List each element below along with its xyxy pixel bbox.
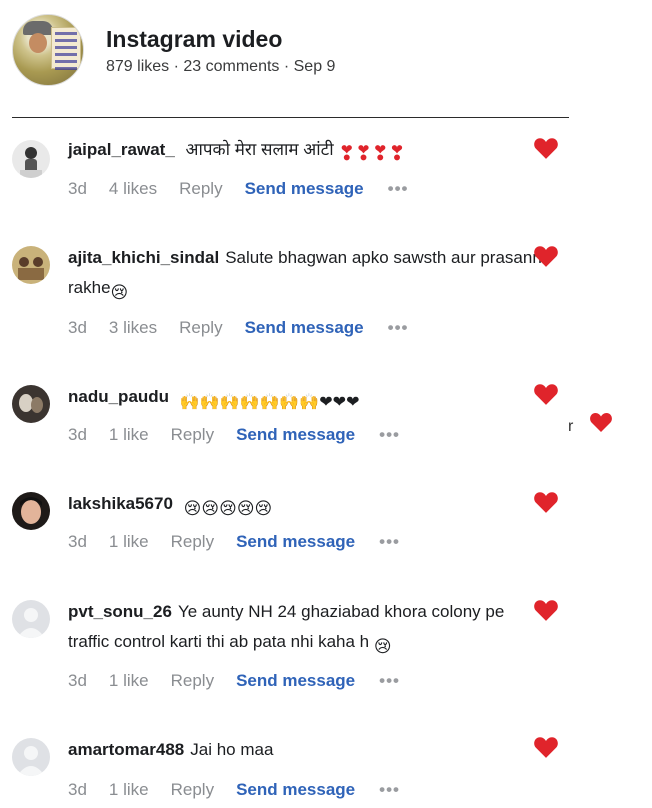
avatar[interactable] — [12, 600, 50, 638]
comment-actions: 3d 3 likes Reply Send message ••• — [68, 318, 431, 340]
reply-button[interactable]: Reply — [179, 179, 222, 199]
comment-text: Jai ho maa — [190, 740, 274, 759]
avatar[interactable] — [12, 738, 50, 776]
like-heart-icon[interactable] — [533, 735, 559, 759]
like-heart-icon[interactable] — [533, 490, 559, 514]
comment-likes[interactable]: 3 likes — [109, 318, 157, 338]
comment-time: 3d — [68, 532, 87, 551]
reply-button[interactable]: Reply — [171, 671, 214, 691]
reply-button[interactable]: Reply — [171, 425, 214, 445]
heart-exclamation-emoji-icon: ❣❣❣❣ — [338, 143, 406, 165]
avatar[interactable] — [12, 246, 50, 284]
avatar[interactable] — [12, 140, 50, 178]
comment-time: 3d — [68, 318, 87, 337]
more-options-icon[interactable]: ••• — [388, 318, 409, 338]
like-heart-icon[interactable] — [533, 244, 559, 268]
comment-username[interactable]: pvt_sonu_26 — [68, 602, 172, 621]
more-options-icon[interactable]: ••• — [379, 671, 400, 691]
crying-face-emoji-icon: 😢 — [110, 283, 129, 302]
send-message-button[interactable]: Send message — [236, 532, 355, 552]
like-heart-icon[interactable] — [533, 598, 559, 622]
comment-actions: 3d 1 like Reply Send message ••• — [68, 671, 422, 693]
comment-likes[interactable]: 4 likes — [109, 179, 157, 199]
comment-username[interactable]: ajita_khichi_sindal — [68, 248, 219, 267]
comment-time: 3d — [68, 671, 87, 690]
comment-username[interactable]: amartomar488 — [68, 740, 184, 759]
like-heart-icon[interactable] — [589, 411, 613, 433]
divider — [12, 117, 569, 118]
comment-time: 3d — [68, 179, 87, 198]
like-heart-icon[interactable] — [533, 136, 559, 160]
comment-actions: 3d 1 like Reply Send message ••• — [68, 780, 422, 802]
crying-face-emoji-icon: 😢😢😢😢😢 — [183, 499, 273, 518]
comment-username[interactable]: lakshika5670 — [68, 494, 173, 513]
more-options-icon[interactable]: ••• — [379, 532, 400, 552]
more-options-icon[interactable]: ••• — [379, 780, 400, 800]
reply-button[interactable]: Reply — [179, 318, 222, 338]
crying-face-emoji-icon: 😢 — [373, 637, 392, 656]
comment-username[interactable]: jaipal_rawat_ — [68, 140, 175, 159]
send-message-button[interactable]: Send message — [245, 318, 364, 338]
comment-username[interactable]: nadu_paudu — [68, 387, 169, 406]
video-thumbnail[interactable] — [12, 14, 84, 86]
more-options-icon[interactable]: ••• — [388, 179, 409, 199]
comment-likes[interactable]: 1 like — [109, 425, 149, 445]
send-message-button[interactable]: Send message — [236, 671, 355, 691]
comment-actions: 3d 1 like Reply Send message ••• — [68, 425, 422, 447]
comment-actions: 3d 1 like Reply Send message ••• — [68, 532, 422, 554]
comment-likes[interactable]: 1 like — [109, 532, 149, 552]
comment-time: 3d — [68, 425, 87, 444]
avatar[interactable] — [12, 492, 50, 530]
comment-actions: 3d 4 likes Reply Send message ••• — [68, 179, 431, 201]
like-heart-icon[interactable] — [533, 382, 559, 406]
comment-text: आपको मेरा सलाम आंटी — [185, 140, 334, 159]
comment-likes[interactable]: 1 like — [109, 671, 149, 691]
post-header: Instagram video 879 likes · 23 comments … — [12, 14, 572, 90]
stray-text: r — [568, 418, 574, 435]
avatar[interactable] — [12, 385, 50, 423]
send-message-button[interactable]: Send message — [236, 425, 355, 445]
send-message-button[interactable]: Send message — [236, 780, 355, 800]
raised-hands-heart-emoji-icon: 🙌🙌🙌🙌🙌🙌🙌❤❤❤ — [179, 394, 360, 411]
comment-time: 3d — [68, 780, 87, 799]
send-message-button[interactable]: Send message — [245, 179, 364, 199]
reply-button[interactable]: Reply — [171, 532, 214, 552]
post-meta: 879 likes · 23 comments · Sep 9 — [106, 58, 336, 75]
reply-button[interactable]: Reply — [171, 780, 214, 800]
post-title[interactable]: Instagram video — [106, 26, 282, 53]
more-options-icon[interactable]: ••• — [379, 425, 400, 445]
comment-likes[interactable]: 1 like — [109, 780, 149, 800]
